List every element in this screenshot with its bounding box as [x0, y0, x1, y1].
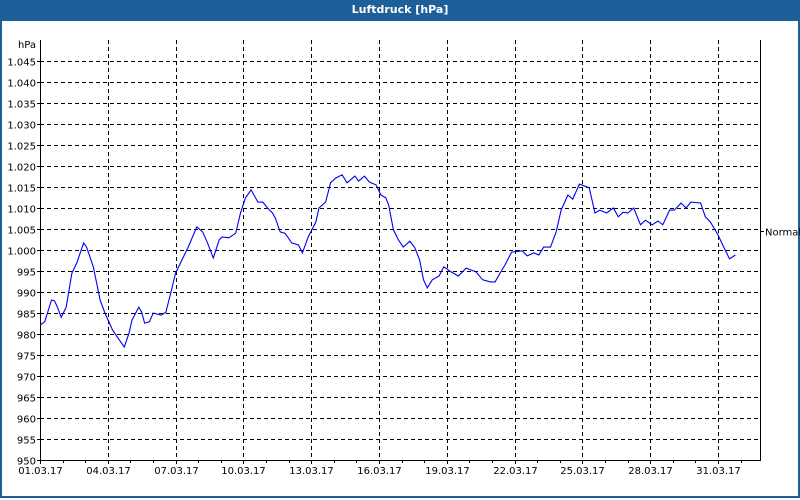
y-tick-label: 1.005 [7, 226, 36, 237]
x-tick-label: 22.03.17 [493, 466, 538, 477]
y-tick-label: 970 [17, 373, 36, 384]
x-tick-label: 04.03.17 [86, 466, 131, 477]
normal-label: Normal [765, 228, 800, 239]
y-tick-label: 1.040 [7, 79, 36, 90]
pressure-chart: 9509559609659709759809859909951.0001.005… [7, 40, 800, 477]
y-axis-unit: hPa [18, 40, 36, 51]
y-tick-label: 965 [17, 394, 36, 405]
x-tick-label: 01.03.17 [18, 466, 63, 477]
y-tick-label: 990 [17, 289, 36, 300]
y-tick-label: 1.020 [7, 163, 36, 174]
y-tick-label: 995 [17, 268, 36, 279]
y-tick-label: 1.045 [7, 58, 36, 69]
y-tick-label: 1.025 [7, 142, 36, 153]
y-tick-label: 975 [17, 352, 36, 363]
y-tick-label: 1.000 [7, 247, 36, 258]
y-tick-label: 1.035 [7, 100, 36, 111]
y-tick-label: 985 [17, 310, 36, 321]
y-tick-label: 1.010 [7, 205, 36, 216]
x-tick-label: 10.03.17 [221, 466, 266, 477]
x-tick-label: 16.03.17 [357, 466, 402, 477]
y-tick-label: 955 [17, 436, 36, 447]
x-tick-label: 28.03.17 [628, 466, 673, 477]
x-tick-label: 07.03.17 [154, 466, 199, 477]
y-tick-label: 1.015 [7, 184, 36, 195]
y-tick-label: 960 [17, 415, 36, 426]
y-tick-label: 980 [17, 331, 36, 342]
x-tick-label: 19.03.17 [425, 466, 470, 477]
x-tick-label: 25.03.17 [560, 466, 605, 477]
y-tick-label: 1.030 [7, 121, 36, 132]
pressure-line [39, 174, 736, 349]
x-tick-label: 13.03.17 [289, 466, 334, 477]
x-tick-label: 31.03.17 [696, 466, 741, 477]
